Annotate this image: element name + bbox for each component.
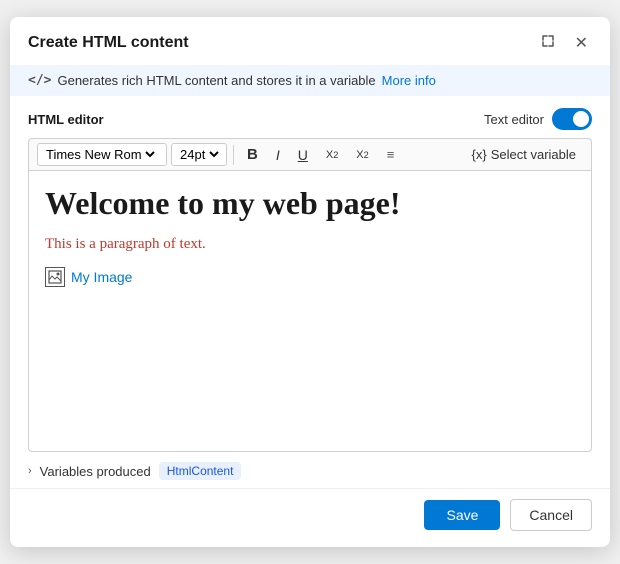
header-icons: ✕ bbox=[537, 31, 592, 55]
toolbar-divider-1 bbox=[233, 145, 234, 165]
variables-label: Variables produced bbox=[40, 464, 151, 479]
text-editor-toggle: Text editor bbox=[484, 108, 592, 130]
text-editor-toggle-switch[interactable] bbox=[552, 108, 592, 130]
dialog-title: Create HTML content bbox=[28, 34, 189, 52]
save-button[interactable]: Save bbox=[424, 500, 500, 530]
close-icon[interactable]: ✕ bbox=[571, 31, 592, 55]
heading-text: Welcome to my web page! bbox=[45, 185, 575, 222]
font-size-select[interactable]: 24pt 8pt 12pt 18pt 36pt bbox=[171, 143, 227, 166]
variable-badge: HtmlContent bbox=[159, 462, 242, 480]
select-variable-button[interactable]: {x} Select variable bbox=[465, 144, 583, 165]
italic-button[interactable]: I bbox=[269, 144, 287, 166]
underline-button[interactable]: U bbox=[291, 144, 315, 166]
font-family-dropdown[interactable]: Times New Rom Arial Calibri bbox=[42, 146, 158, 163]
create-html-dialog: Create HTML content ✕ </> Generates rich… bbox=[10, 17, 610, 547]
variables-row: › Variables produced HtmlContent bbox=[10, 452, 610, 488]
chevron-right-icon[interactable]: › bbox=[28, 465, 32, 477]
dialog-footer: Save Cancel bbox=[10, 488, 610, 547]
expand-icon[interactable] bbox=[537, 32, 559, 55]
editor-toolbar: Times New Rom Arial Calibri 24pt 8pt 12p… bbox=[28, 138, 592, 170]
select-variable-label: Select variable bbox=[491, 147, 576, 162]
image-placeholder: My Image bbox=[45, 267, 575, 287]
bold-button[interactable]: B bbox=[240, 143, 265, 166]
dialog-header: Create HTML content ✕ bbox=[10, 17, 610, 65]
superscript-button[interactable]: X2 bbox=[349, 146, 375, 164]
font-size-dropdown[interactable]: 24pt 8pt 12pt 18pt 36pt bbox=[176, 146, 222, 163]
html-editor-label: HTML editor bbox=[28, 112, 104, 127]
info-text: Generates rich HTML content and stores i… bbox=[57, 73, 375, 88]
more-info-link[interactable]: More info bbox=[382, 73, 436, 88]
code-icon: </> bbox=[28, 73, 51, 88]
editor-label-row: HTML editor Text editor bbox=[28, 108, 592, 130]
image-icon bbox=[45, 267, 65, 287]
font-family-select[interactable]: Times New Rom Arial Calibri bbox=[37, 143, 167, 166]
subscript-button[interactable]: X2 bbox=[319, 146, 345, 164]
align-button[interactable]: ≡ bbox=[380, 144, 402, 165]
paragraph-text: This is a paragraph of text. bbox=[45, 236, 575, 253]
editor-section: HTML editor Text editor Times New Rom Ar… bbox=[10, 96, 610, 452]
text-editor-label: Text editor bbox=[484, 112, 544, 127]
image-label: My Image bbox=[71, 269, 132, 285]
cancel-button[interactable]: Cancel bbox=[510, 499, 592, 531]
variable-icon: {x} bbox=[472, 147, 487, 162]
editor-content-area[interactable]: Welcome to my web page! This is a paragr… bbox=[28, 170, 592, 452]
info-banner: </> Generates rich HTML content and stor… bbox=[10, 65, 610, 96]
